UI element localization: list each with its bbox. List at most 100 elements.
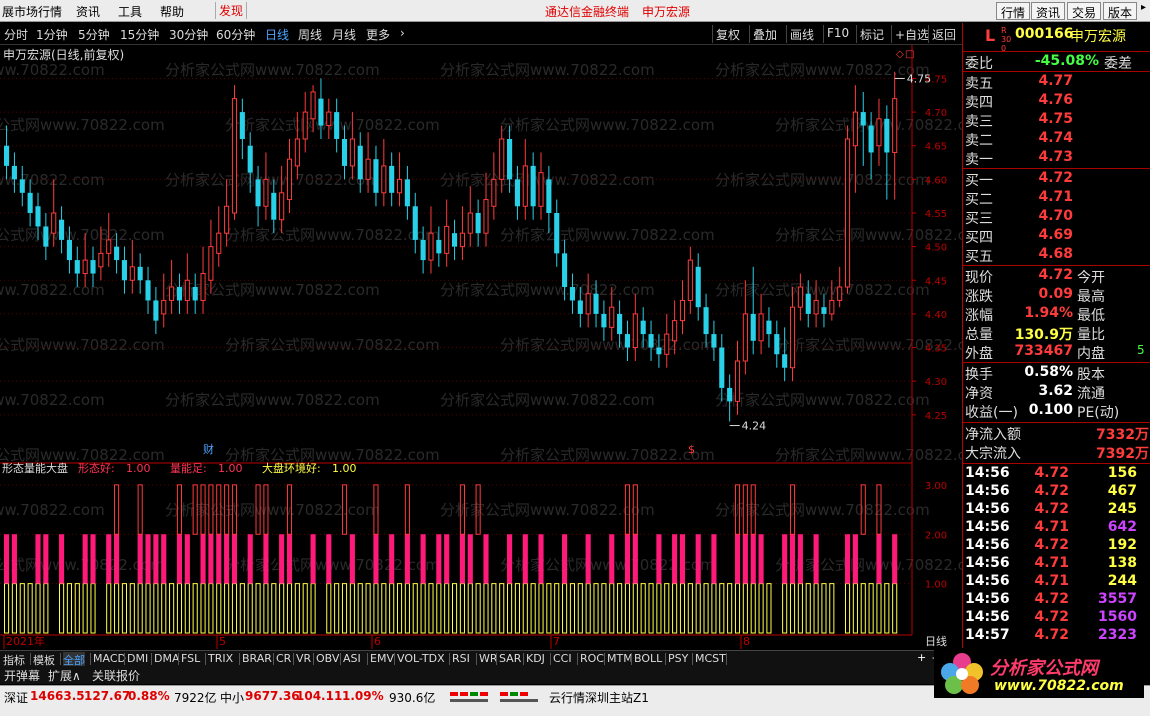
ind-bar-env bbox=[294, 583, 300, 634]
ind-bar-env bbox=[373, 583, 379, 634]
candle-body-down bbox=[617, 313, 623, 335]
indicator-tab[interactable]: BOLL bbox=[634, 652, 662, 665]
indicator-tab[interactable]: MCST bbox=[695, 652, 726, 665]
indicator-tab[interactable]: FSL bbox=[181, 652, 200, 665]
version-button[interactable]: 版本 bbox=[1103, 2, 1138, 20]
indicator-tab[interactable]: PSY bbox=[668, 652, 688, 665]
indicator-tab[interactable]: RSI bbox=[452, 652, 470, 665]
indicator-tab[interactable]: ASI bbox=[343, 652, 361, 665]
watermark-text: 分析家公式网www.70822.com bbox=[225, 226, 440, 244]
danmaku-toggle[interactable]: 开弹幕 bbox=[4, 667, 40, 684]
back-button[interactable]: 返回 bbox=[928, 25, 959, 43]
mark-button[interactable]: 标记 bbox=[856, 25, 887, 43]
indicator-tab[interactable]: EMV bbox=[370, 652, 394, 665]
news-button[interactable]: 资讯 bbox=[1031, 2, 1066, 20]
indicator-tab[interactable]: CCI bbox=[553, 652, 572, 665]
kline-chart[interactable]: 分析家公式网www.70822.com 分析家公式网www.70822.com 分析… bbox=[0, 45, 962, 650]
period-15min[interactable]: 15分钟 bbox=[120, 26, 159, 43]
ind-bar-env bbox=[263, 583, 269, 634]
trade-button[interactable]: 交易 bbox=[1067, 2, 1102, 20]
menu-news[interactable]: 资讯 bbox=[76, 3, 100, 20]
stat-value: 4.72 bbox=[1038, 267, 1073, 283]
stat2-label-right: PE(动) bbox=[1077, 405, 1120, 421]
watermark-text: 分析家公式网www.70822.com bbox=[0, 116, 165, 134]
period-daily[interactable]: 日线 bbox=[265, 26, 289, 43]
related-quotes-toggle[interactable]: 关联报价 bbox=[92, 667, 140, 684]
logo-name: 分析家公式网 bbox=[990, 658, 1098, 679]
indicator-tab[interactable]: BRAR bbox=[242, 652, 272, 665]
tab-separator bbox=[90, 653, 91, 665]
menu-bar: 展市场行情 资讯 工具 帮助 发现 通达信金融终端 申万宏源 行情 资讯 交易 … bbox=[0, 0, 1150, 22]
overlay-button[interactable]: 叠加 bbox=[749, 25, 780, 43]
ind-bar-env bbox=[216, 583, 222, 634]
adjust-button[interactable]: 复权 bbox=[712, 25, 743, 43]
indicator-tab[interactable]: SAR bbox=[499, 652, 521, 665]
stat-label: 涨跌 bbox=[965, 289, 993, 305]
price-tick-label: 4.55 bbox=[925, 209, 947, 220]
indicator-tab[interactable]: OBV bbox=[316, 652, 339, 665]
period-more[interactable]: 更多 bbox=[366, 26, 390, 43]
period-1min[interactable]: 1分钟 bbox=[36, 26, 68, 43]
candle-body-up bbox=[106, 239, 112, 254]
add-favorite-button[interactable]: +自选 bbox=[891, 25, 932, 43]
menu-discover[interactable]: 发现 bbox=[215, 2, 248, 19]
watermark-text: 分析家公式网www.70822.com bbox=[715, 391, 930, 409]
candle-body-down bbox=[11, 165, 17, 180]
watermark-text: 分析家公式网www.70822.com bbox=[440, 61, 655, 79]
tick-time: 14:56 bbox=[965, 537, 1010, 553]
indicator-item-value: 1.00 bbox=[126, 462, 151, 475]
indicator-tab[interactable]: VOL-TDX bbox=[397, 652, 445, 665]
tab-separator bbox=[631, 653, 632, 665]
ind-bar-env bbox=[420, 583, 426, 634]
indicator-tab[interactable]: KDJ bbox=[526, 652, 545, 665]
indicator-tab[interactable]: WR bbox=[479, 652, 498, 665]
ind-bar-env bbox=[74, 583, 80, 634]
ind-bar-env bbox=[687, 583, 693, 634]
period-toolbar: 分时 1分钟 5分钟 15分钟 30分钟 60分钟 日线 周线 月线 更多 › … bbox=[0, 23, 962, 45]
period-minute-chart[interactable]: 分时 bbox=[4, 26, 28, 43]
indicator-tab[interactable]: VR bbox=[296, 652, 311, 665]
period-5min[interactable]: 5分钟 bbox=[78, 26, 110, 43]
period-monthly[interactable]: 月线 bbox=[332, 26, 356, 43]
zx-value: 9677.36 bbox=[245, 689, 300, 703]
candle-body-up bbox=[664, 333, 670, 355]
candle-body-down bbox=[271, 192, 277, 220]
candle-body-down bbox=[114, 246, 120, 261]
indicator-tab[interactable]: CR bbox=[276, 652, 291, 665]
quotes-button[interactable]: 行情 bbox=[996, 2, 1031, 20]
tab-separator bbox=[60, 653, 61, 665]
indicator-tab[interactable]: DMI bbox=[127, 652, 148, 665]
app-center-title: 通达信金融终端 bbox=[545, 5, 630, 19]
period-weekly[interactable]: 周线 bbox=[298, 26, 322, 43]
draw-button[interactable]: 画线 bbox=[786, 25, 817, 43]
menu-tools[interactable]: 工具 bbox=[118, 3, 142, 20]
tick-price: 4.71 bbox=[1034, 573, 1069, 589]
stat2-value: 3.62 bbox=[1038, 383, 1073, 399]
zoom-in-icon[interactable]: + bbox=[917, 651, 926, 664]
low-price-label: 4.24 bbox=[742, 420, 767, 433]
indicator-item-value: 1.00 bbox=[332, 462, 357, 475]
f10-button[interactable]: F10 bbox=[823, 25, 852, 43]
candle-body-up bbox=[263, 178, 269, 207]
indicator-tab[interactable]: TRIX bbox=[208, 652, 233, 665]
ind-bar-volume bbox=[82, 534, 88, 584]
indicator-tab[interactable]: DMA bbox=[154, 652, 180, 665]
chevron-right-icon[interactable]: › bbox=[400, 26, 405, 40]
period-30min[interactable]: 30分钟 bbox=[169, 26, 208, 43]
candle-body-up bbox=[216, 232, 222, 254]
app-title: 展市场行情 bbox=[2, 5, 63, 19]
ind-bar-env bbox=[491, 583, 497, 634]
indicator-tab[interactable]: MACD bbox=[93, 652, 126, 665]
menu-scroll-icon[interactable]: ▸ bbox=[1141, 2, 1146, 13]
bid-row: 买二 4.71 bbox=[963, 189, 1150, 208]
indicator-tab[interactable]: MTM bbox=[607, 652, 633, 665]
indicator-tab[interactable]: ROC bbox=[580, 652, 604, 665]
server-name[interactable]: 云行情深圳主站Z1 bbox=[549, 689, 649, 706]
tick-volume: 1560 bbox=[1098, 609, 1137, 625]
watermark-text: 分析家公式网www.70822.com bbox=[0, 501, 105, 519]
tab-separator bbox=[665, 653, 666, 665]
expand-toggle[interactable]: 扩展∧ bbox=[48, 667, 81, 684]
menu-help[interactable]: 帮助 bbox=[160, 3, 184, 20]
period-60min[interactable]: 60分钟 bbox=[216, 26, 255, 43]
ind-bar-env bbox=[279, 583, 285, 634]
